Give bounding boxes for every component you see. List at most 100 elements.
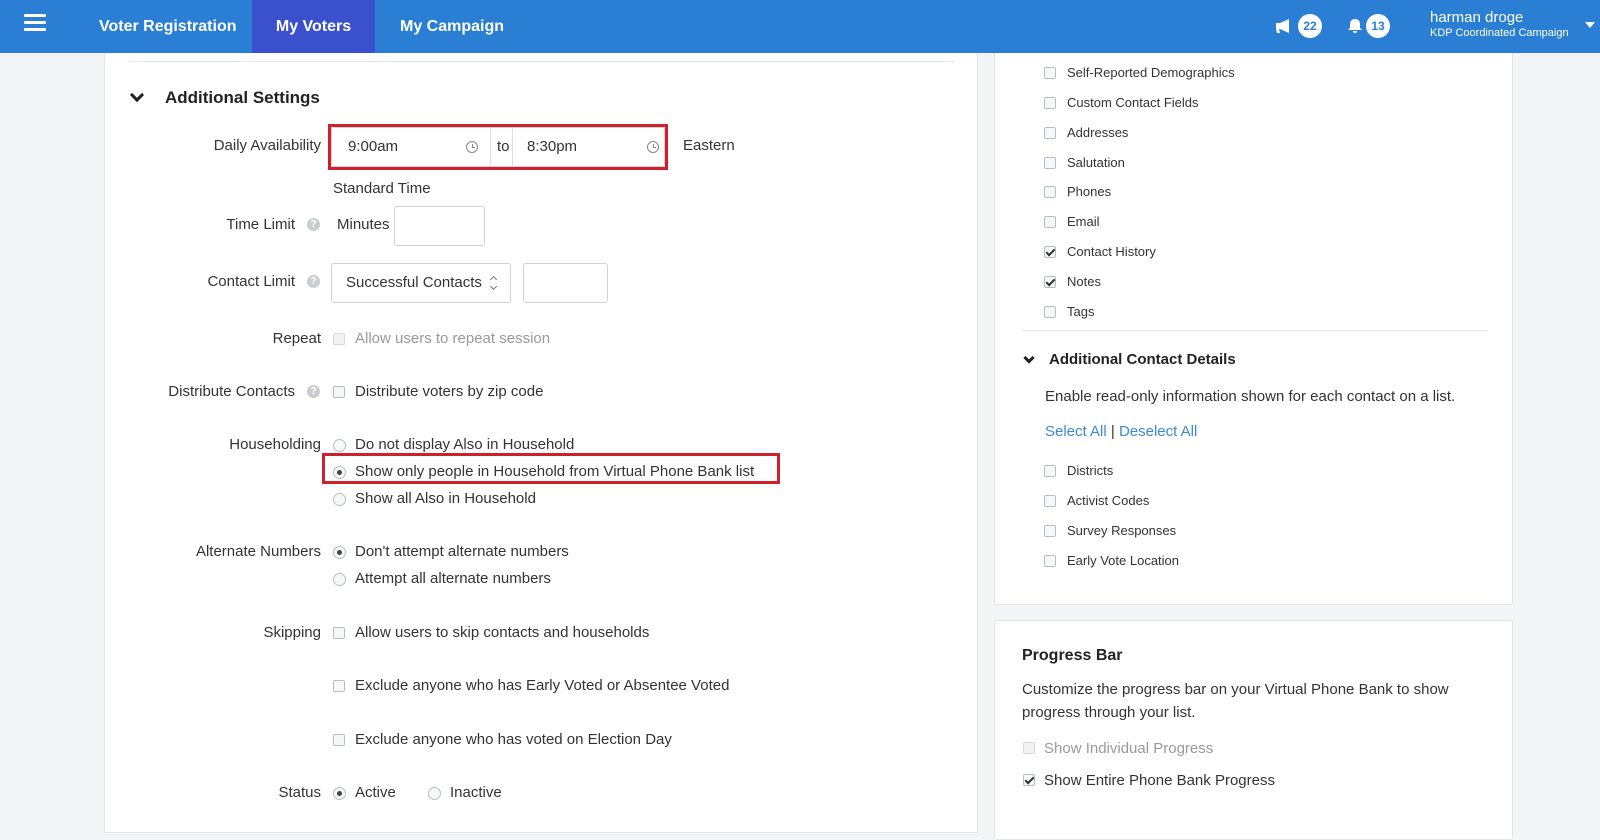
progress-bar-description-2: progress through your list. xyxy=(1022,704,1196,721)
repeat-option-label: Allow users to repeat session xyxy=(355,330,551,347)
field-label-2: Addresses xyxy=(1067,125,1129,140)
select-all-link[interactable]: Select All xyxy=(1045,423,1107,440)
skipping-label: Skipping xyxy=(263,624,321,641)
skip-checkbox-2[interactable] xyxy=(333,734,345,746)
alternate-radio-1[interactable] xyxy=(333,573,346,586)
select-arrows-icon xyxy=(490,275,498,291)
detail-label-0: Districts xyxy=(1067,463,1114,478)
notifications-button[interactable]: 13 xyxy=(1347,13,1390,39)
nav-voter-registration[interactable]: Voter Registration xyxy=(99,0,237,53)
field-label-7: Notes xyxy=(1067,274,1101,289)
status-radio-active[interactable] xyxy=(333,787,346,800)
contact-limit-select[interactable]: Successful Contacts xyxy=(331,263,511,303)
householding-radio-0[interactable] xyxy=(333,439,346,452)
progress-bar-title: Progress Bar xyxy=(1022,647,1123,664)
divider xyxy=(1022,330,1488,331)
status-label: Status xyxy=(278,784,321,801)
contact-fields-panel: Self-Reported Demographics Custom Contac… xyxy=(994,53,1513,605)
field-checkbox-0[interactable] xyxy=(1044,67,1056,79)
user-name: harman droge xyxy=(1430,9,1524,26)
detail-checkbox-0[interactable] xyxy=(1044,465,1056,477)
skip-checkbox-0[interactable] xyxy=(333,627,345,639)
deselect-all-link[interactable]: Deselect All xyxy=(1119,423,1197,440)
time-limit-label: Time Limit xyxy=(226,216,295,233)
skip-option-0: Allow users to skip contacts and househo… xyxy=(355,624,650,641)
status-radio-inactive[interactable] xyxy=(428,787,441,800)
detail-label-3: Early Vote Location xyxy=(1067,553,1180,568)
field-label-8: Tags xyxy=(1067,304,1095,319)
field-checkbox-7[interactable] xyxy=(1044,276,1056,288)
additional-contact-details-description: Enable read-only information shown for e… xyxy=(1045,388,1456,405)
householding-option-2: Show all Also in Household xyxy=(355,490,536,507)
householding-label: Householding xyxy=(229,436,321,453)
contact-limit-selected: Successful Contacts xyxy=(346,274,482,291)
nav-my-voters[interactable]: My Voters xyxy=(252,0,375,53)
skip-checkbox-1[interactable] xyxy=(333,680,345,692)
announcements-button[interactable]: 22 xyxy=(1275,13,1322,39)
field-checkbox-8[interactable] xyxy=(1044,306,1056,318)
user-campaign: KDP Coordinated Campaign xyxy=(1430,27,1569,39)
individual-progress-label: Show Individual Progress xyxy=(1044,740,1214,757)
time-limit-input[interactable] xyxy=(394,206,485,246)
help-icon[interactable]: ? xyxy=(307,385,320,398)
nav-my-campaign[interactable]: My Campaign xyxy=(400,0,504,53)
field-label-4: Phones xyxy=(1067,184,1112,199)
chevron-down-icon[interactable] xyxy=(1023,352,1035,364)
highlight-box xyxy=(328,124,668,170)
help-icon[interactable]: ? xyxy=(307,275,320,288)
link-separator: | xyxy=(1110,423,1115,440)
progress-bar-panel: Progress Bar Customize the progress bar … xyxy=(994,620,1513,840)
field-label-1: Custom Contact Fields xyxy=(1067,95,1199,110)
entire-progress-checkbox[interactable] xyxy=(1023,774,1035,786)
divider xyxy=(130,61,954,62)
distribute-option-label: Distribute voters by zip code xyxy=(355,383,544,400)
field-label-5: Email xyxy=(1067,214,1100,229)
settings-panel: Additional Settings Daily Availability 9… xyxy=(104,53,978,833)
help-icon[interactable]: ? xyxy=(307,218,320,231)
highlight-box xyxy=(322,453,780,484)
field-checkbox-2[interactable] xyxy=(1044,127,1056,139)
field-checkbox-3[interactable] xyxy=(1044,157,1056,169)
additional-contact-details-title: Additional Contact Details xyxy=(1049,351,1236,368)
detail-checkbox-2[interactable] xyxy=(1044,525,1056,537)
additional-settings-title: Additional Settings xyxy=(165,88,320,107)
detail-checkbox-3[interactable] xyxy=(1044,555,1056,567)
user-menu[interactable]: harman droge KDP Coordinated Campaign xyxy=(1430,9,1569,41)
top-navbar: Voter Registration My Voters My Campaign… xyxy=(0,0,1600,53)
alternate-option-0: Don't attempt alternate numbers xyxy=(355,543,569,560)
caret-down-icon[interactable] xyxy=(1585,22,1595,28)
status-option-inactive: Inactive xyxy=(450,784,502,801)
individual-progress-checkbox xyxy=(1023,742,1035,754)
distribute-contacts-label: Distribute Contacts xyxy=(168,383,295,400)
announcements-count-badge: 22 xyxy=(1298,14,1322,38)
detail-label-1: Activist Codes xyxy=(1067,493,1150,508)
minutes-label: Minutes xyxy=(337,216,390,233)
contact-limit-label: Contact Limit xyxy=(207,273,295,290)
megaphone-icon xyxy=(1276,19,1289,33)
distribute-zip-checkbox[interactable] xyxy=(333,386,345,398)
bell-icon xyxy=(1348,19,1362,33)
householding-radio-2[interactable] xyxy=(333,493,346,506)
alternate-radio-0[interactable] xyxy=(333,546,346,559)
contact-limit-input[interactable] xyxy=(523,263,608,303)
detail-checkbox-1[interactable] xyxy=(1044,495,1056,507)
status-option-active: Active xyxy=(355,784,396,801)
daily-availability-label: Daily Availability xyxy=(213,137,321,154)
field-label-6: Contact History xyxy=(1067,244,1156,259)
timezone-label-cont: Standard Time xyxy=(333,180,431,197)
repeat-checkbox xyxy=(333,333,345,345)
entire-progress-label: Show Entire Phone Bank Progress xyxy=(1044,772,1275,789)
field-checkbox-4[interactable] xyxy=(1044,186,1056,198)
field-label-0: Self-Reported Demographics xyxy=(1067,65,1235,80)
householding-option-0: Do not display Also in Household xyxy=(355,436,575,453)
chevron-down-icon[interactable] xyxy=(129,87,145,103)
field-checkbox-1[interactable] xyxy=(1044,97,1056,109)
skip-option-1: Exclude anyone who has Early Voted or Ab… xyxy=(355,677,730,694)
progress-bar-description-1: Customize the progress bar on your Virtu… xyxy=(1022,681,1449,698)
field-checkbox-6[interactable] xyxy=(1044,246,1056,258)
field-checkbox-5[interactable] xyxy=(1044,216,1056,228)
hamburger-menu-icon[interactable] xyxy=(24,14,46,32)
alternate-numbers-label: Alternate Numbers xyxy=(195,543,321,560)
repeat-label: Repeat xyxy=(272,330,321,347)
field-label-3: Salutation xyxy=(1067,155,1125,170)
